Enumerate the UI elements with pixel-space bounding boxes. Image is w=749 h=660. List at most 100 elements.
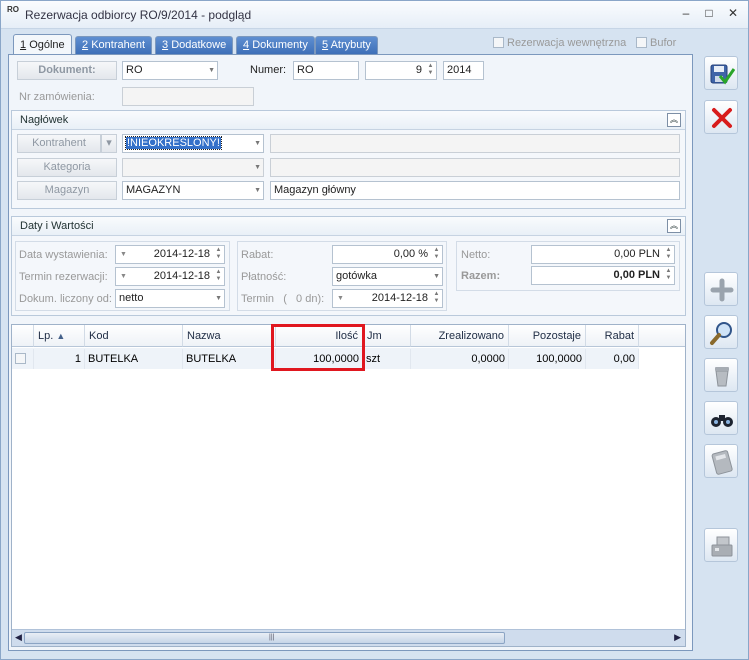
binoculars-icon <box>711 415 733 427</box>
document-button[interactable]: Dokument: <box>17 61 117 80</box>
delete-button[interactable] <box>704 358 738 392</box>
save-icon <box>710 64 735 85</box>
cell-nazwa: BUTELKA <box>183 349 276 369</box>
checkbox-box <box>15 353 26 364</box>
tab-dokumenty[interactable]: 4 Dokumenty <box>236 36 315 54</box>
calculator-button[interactable] <box>704 444 738 478</box>
save-button[interactable] <box>704 56 738 90</box>
checkbox-box <box>636 37 647 48</box>
number-value: 9 <box>415 64 422 76</box>
add-icon <box>710 278 734 302</box>
items-grid: Lp. ▲ Kod Nazwa Ilość Jm Zrealizowano Po… <box>11 324 686 647</box>
spinner-icon[interactable]: ▲ ▼ <box>432 247 441 262</box>
magazyn-description-field[interactable]: Magazyn główny <box>270 181 680 200</box>
collapse-icon[interactable]: ︽ <box>667 113 681 127</box>
payment-select[interactable]: gotówka ▼ <box>332 267 443 286</box>
column-jm[interactable]: Jm <box>363 325 411 347</box>
horizontal-scrollbar[interactable]: ◀ ||| ▶ <box>12 629 685 646</box>
issue-date-field[interactable]: ▼ 2014-12-18 ▲ ▼ <box>115 245 225 264</box>
scroll-left-icon[interactable]: ◀ <box>15 632 22 643</box>
term-date-field[interactable]: ▼ 2014-12-18 ▲ ▼ <box>332 289 443 308</box>
spinner-icon[interactable]: ▲ ▼ <box>426 63 435 78</box>
search-binoculars-button[interactable] <box>704 401 738 435</box>
issue-date-value: 2014-12-18 <box>153 248 210 260</box>
kategoria-select[interactable]: ▼ <box>122 158 264 177</box>
buffer-checkbox[interactable]: Bufor <box>636 37 676 49</box>
column-kod[interactable]: Kod <box>85 325 183 347</box>
number-prefix-field[interactable]: RO <box>293 61 359 80</box>
scrollbar-thumb[interactable]: ||| <box>24 632 505 644</box>
row-select-checkbox[interactable] <box>12 349 34 369</box>
kontrahent-code-field[interactable]: !NIEOKREŚLONY! ▼ <box>122 134 264 153</box>
dropdown-arrow-icon: ▼ <box>208 67 215 74</box>
checkbox-box <box>493 37 504 48</box>
cash-register-button[interactable] <box>704 528 738 562</box>
magazyn-select[interactable]: MAGAZYN ▼ <box>122 181 264 200</box>
rabat-field[interactable]: 0,00 % ▲ ▼ <box>332 245 443 264</box>
calendar-dropdown-icon[interactable]: ▼ <box>120 268 127 285</box>
computed-from-select[interactable]: netto ▼ <box>115 289 225 308</box>
collapse-icon[interactable]: ︽ <box>667 219 681 233</box>
razem-field: 0,00 PLN ▲ ▼ <box>531 266 675 285</box>
minimize-button[interactable]: – <box>678 6 694 20</box>
tab-number: 2 <box>82 39 89 51</box>
tab-label: Ogólne <box>29 39 65 51</box>
cancel-button[interactable] <box>704 100 738 134</box>
preview-button[interactable] <box>704 315 738 349</box>
grip-icon: ||| <box>269 634 275 641</box>
kontrahent-button[interactable]: Kontrahent <box>17 134 101 153</box>
kontrahent-name-field[interactable] <box>270 134 680 153</box>
column-nazwa[interactable]: Nazwa <box>183 325 276 347</box>
scroll-right-icon[interactable]: ▶ <box>674 632 681 643</box>
kontrahent-dropdown-icon[interactable]: ▾ <box>101 134 117 153</box>
add-button[interactable] <box>704 272 738 306</box>
tab-label: Dokumenty <box>252 39 308 51</box>
close-button[interactable]: ✕ <box>725 6 741 20</box>
order-number-label: Nr zamówienia: <box>19 91 95 103</box>
grid-header-select <box>12 325 34 347</box>
term-days: 0 dn): <box>296 293 325 305</box>
tab-number: 3 <box>162 39 169 51</box>
netto-field: 0,00 PLN ▲ ▼ <box>531 245 675 264</box>
reservation-date-field[interactable]: ▼ 2014-12-18 ▲ ▼ <box>115 267 225 286</box>
tab-kontrahent[interactable]: 2 Kontrahent <box>75 36 153 54</box>
cell-lp: 1 <box>34 349 85 369</box>
column-pozostaje[interactable]: Pozostaje <box>509 325 586 347</box>
number-value-field[interactable]: 9 ▲ ▼ <box>365 61 437 80</box>
dropdown-arrow-icon: ▼ <box>254 140 261 147</box>
maximize-button[interactable]: □ <box>701 6 717 20</box>
checkbox-label: Bufor <box>650 37 677 49</box>
calendar-dropdown-icon[interactable]: ▼ <box>337 290 344 307</box>
magazyn-value: MAGAZYN <box>126 184 181 196</box>
spinner-icon: ▲ ▼ <box>665 247 672 260</box>
column-rabat[interactable]: Rabat <box>586 325 639 347</box>
number-year-field[interactable]: 2014 <box>443 61 484 80</box>
kategoria-button[interactable]: Kategoria <box>17 158 117 177</box>
reservation-date-label: Termin rezerwacji: <box>19 271 108 283</box>
column-lp[interactable]: Lp. ▲ <box>34 325 85 347</box>
tab-dodatkowe[interactable]: 3 Dodatkowe <box>155 36 234 54</box>
tab-label: Dodatkowe <box>171 39 227 51</box>
netto-value: 0,00 PLN <box>614 248 660 260</box>
column-zrealizowano[interactable]: Zrealizowano <box>411 325 509 347</box>
dropdown-arrow-icon: ▼ <box>254 187 261 194</box>
issue-date-label: Data wystawienia: <box>19 249 108 261</box>
number-label: Numer: <box>250 64 287 76</box>
tab-atrybuty[interactable]: 5 Atrybuty <box>315 36 378 54</box>
order-number-field[interactable] <box>122 87 254 106</box>
rabat-value: 0,00 % <box>393 248 428 260</box>
calendar-dropdown-icon[interactable]: ▼ <box>120 246 127 263</box>
tab-ogolne[interactable]: 1 Ogólne <box>13 34 72 55</box>
internal-reservation-checkbox[interactable]: Rezerwacja wewnętrzna <box>493 37 626 49</box>
delete-icon <box>715 367 729 387</box>
document-type-select[interactable]: RO ▼ <box>122 61 218 80</box>
magazyn-button[interactable]: Magazyn <box>17 181 117 200</box>
kategoria-description-field[interactable] <box>270 158 680 177</box>
spinner-icon[interactable]: ▲ ▼ <box>214 269 223 284</box>
spinner-icon[interactable]: ▲ ▼ <box>432 291 441 306</box>
dropdown-arrow-icon: ▼ <box>254 164 261 171</box>
computed-from-value: netto <box>119 292 144 304</box>
dropdown-arrow-icon: ▼ <box>215 295 222 302</box>
spinner-icon[interactable]: ▲ ▼ <box>214 247 223 262</box>
cell-jm: szt <box>363 349 411 369</box>
